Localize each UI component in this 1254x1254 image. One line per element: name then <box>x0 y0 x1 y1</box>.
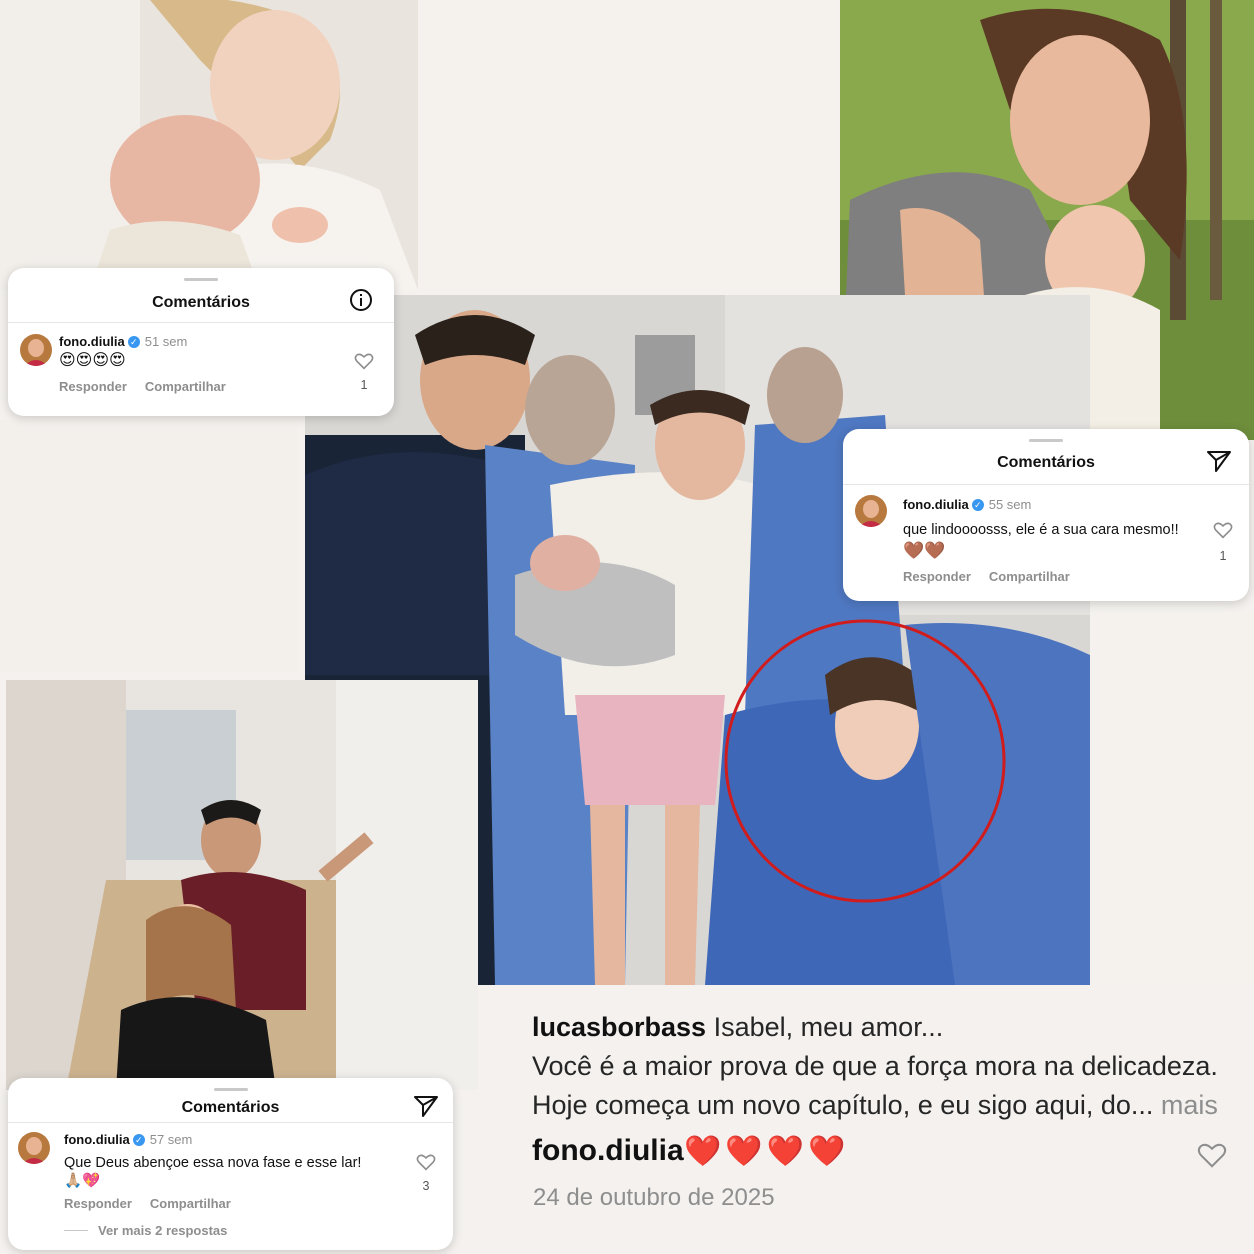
divider <box>8 1122 453 1123</box>
more-link[interactable]: mais <box>1161 1090 1218 1120</box>
comment-age: 57 sem <box>149 1132 193 1147</box>
comments-title: Comentários <box>181 1099 280 1116</box>
like-heart-icon[interactable] <box>354 352 374 370</box>
avatar[interactable] <box>18 1132 50 1164</box>
replies-line <box>64 1230 88 1231</box>
comment-actions: Responder Compartilhar <box>64 1196 249 1211</box>
caption-line-1: Isabel, meu amor... <box>713 1012 944 1042</box>
comment-actions: Responder Compartilhar <box>903 569 1088 584</box>
comment-text: que lindoooosss, ele é a sua cara mesmo!… <box>903 522 1179 538</box>
like-count: 1 <box>1219 549 1227 563</box>
verified-badge-icon: ✓ <box>127 336 140 348</box>
drag-handle[interactable] <box>213 1088 248 1091</box>
comment-emoji: 🤎🤎 <box>903 541 946 560</box>
like-count: 1 <box>360 378 368 392</box>
photo-blank-right <box>1100 612 1254 984</box>
post-author[interactable]: lucasborbass <box>532 1012 706 1042</box>
share-button[interactable]: Compartilhar <box>145 379 226 394</box>
send-icon[interactable] <box>1206 449 1232 473</box>
view-more-replies[interactable]: Ver mais 2 respostas <box>64 1223 245 1238</box>
send-icon[interactable] <box>413 1094 439 1118</box>
comment-author[interactable]: fono.diulia <box>532 1134 684 1168</box>
comment-text: 😍😍😍😍 <box>59 352 126 369</box>
comment-text: Que Deus abençoe essa nova fase e esse l… <box>64 1155 362 1189</box>
divider <box>8 322 394 323</box>
comment-actions: Responder Compartilhar <box>59 379 244 394</box>
highlight-circle <box>724 619 1006 903</box>
avatar[interactable] <box>855 495 887 527</box>
verified-badge-icon: ✓ <box>971 499 984 511</box>
like-heart-icon[interactable] <box>1197 1141 1227 1169</box>
view-more-replies-label: Ver mais 2 respostas <box>98 1223 228 1238</box>
comment-age: 55 sem <box>988 497 1032 512</box>
like-heart-icon[interactable] <box>416 1153 436 1171</box>
reply-button[interactable]: Responder <box>903 569 971 584</box>
share-button[interactable]: Compartilhar <box>989 569 1070 584</box>
drag-handle[interactable] <box>1029 439 1063 442</box>
verified-badge-icon: ✓ <box>132 1134 145 1146</box>
avatar[interactable] <box>20 334 52 366</box>
photo-blank-left <box>0 420 298 672</box>
post-date: 24 de outubro de 2025 <box>533 1184 775 1211</box>
info-icon[interactable] <box>349 288 373 312</box>
comment-username[interactable]: fono.diulia ✓ 55 sem <box>903 497 1031 512</box>
caption-line-2: Você é a maior prova de que a força mora… <box>532 1051 1218 1081</box>
photo-couple-new-home <box>6 680 478 1090</box>
comments-card-3: Comentários fono.diulia ✓ 57 sem Que Deus … <box>8 1078 453 1250</box>
reply-button[interactable]: Responder <box>64 1196 132 1211</box>
comments-card-1: Comentários fono.diulia ✓ 51 sem 😍😍😍😍 Resp… <box>8 268 394 416</box>
comment-age: 51 sem <box>144 334 188 349</box>
comments-title: Comentários <box>152 294 250 311</box>
like-count: 3 <box>422 1179 430 1193</box>
drag-handle[interactable] <box>184 278 218 281</box>
reply-button[interactable]: Responder <box>59 379 127 394</box>
comment-username[interactable]: fono.diulia ✓ 51 sem <box>59 334 187 349</box>
divider <box>843 484 1249 485</box>
comment-hearts: ❤️❤️❤️❤️ <box>684 1135 850 1168</box>
post-caption: lucasborbass Isabel, meu amor... Você é … <box>532 1008 1232 1125</box>
photo-mother-newborn <box>0 0 418 290</box>
share-button[interactable]: Compartilhar <box>150 1196 231 1211</box>
caption-line-3: Hoje começa um novo capítulo, e eu sigo … <box>532 1090 1154 1120</box>
photo-blank-panel <box>425 0 835 288</box>
comment-username[interactable]: fono.diulia ✓ 57 sem <box>64 1132 192 1147</box>
comments-title: Comentários <box>997 454 1095 471</box>
like-heart-icon[interactable] <box>1213 521 1233 539</box>
comments-card-2: Comentários fono.diulia ✓ 55 sem que lindo… <box>843 429 1249 601</box>
